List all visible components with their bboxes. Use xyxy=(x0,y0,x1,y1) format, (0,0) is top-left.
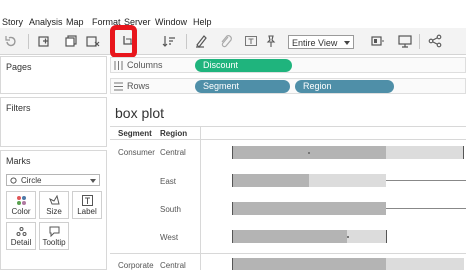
filters-panel: Filters xyxy=(0,97,107,147)
region-label: East xyxy=(160,177,177,186)
redo-icon[interactable] xyxy=(4,34,18,48)
columns-shelf-label: Columns xyxy=(127,60,163,70)
mark-type-dropdown[interactable]: Circle xyxy=(6,174,100,186)
box-lower xyxy=(233,202,386,215)
rows-shelf[interactable]: Rows Segment Region xyxy=(110,78,466,94)
menu-analysis[interactable]: Analysis xyxy=(29,17,63,27)
label-button-label: Label xyxy=(77,207,97,216)
region-label: South xyxy=(160,205,181,214)
box-lower xyxy=(233,258,386,270)
box-lower xyxy=(233,174,309,187)
size-icon xyxy=(49,195,60,205)
menu-map[interactable]: Map xyxy=(66,17,84,27)
columns-shelf[interactable]: Columns Discount xyxy=(110,57,466,73)
new-worksheet-icon[interactable] xyxy=(38,34,52,48)
box-upper xyxy=(386,146,464,159)
whisker-line xyxy=(386,180,466,181)
color-button[interactable]: Color xyxy=(6,191,36,219)
pages-panel: Pages xyxy=(0,56,107,94)
clear-sheet-icon[interactable] xyxy=(86,34,100,48)
menu-help[interactable]: Help xyxy=(193,17,212,27)
marks-title: Marks xyxy=(6,156,31,166)
data-point xyxy=(347,236,349,238)
tooltip-button[interactable]: Tooltip xyxy=(39,222,69,250)
mark-type-value: Circle xyxy=(21,176,42,185)
size-button[interactable]: Size xyxy=(39,191,69,219)
label-icon xyxy=(82,195,93,206)
highlight-icon[interactable] xyxy=(194,34,208,48)
region-label: Central xyxy=(160,148,186,157)
box-upper xyxy=(309,174,386,187)
rows-shelf-icon xyxy=(114,82,123,91)
presentation-icon[interactable] xyxy=(398,34,412,48)
whisker-line xyxy=(386,208,466,209)
circle-icon xyxy=(10,177,17,184)
box-lower xyxy=(233,230,347,243)
text-label-icon[interactable] xyxy=(244,34,258,48)
share-icon[interactable] xyxy=(428,34,442,48)
segment-label: Corporate xyxy=(118,261,154,270)
color-icon xyxy=(17,196,26,205)
region-label: Central xyxy=(160,261,186,270)
whisker-cap xyxy=(463,146,464,159)
segment-header: Segment xyxy=(118,129,152,138)
label-button[interactable]: Label xyxy=(72,191,102,219)
marks-panel: Marks Circle Color Size Label Detail Too… xyxy=(0,150,107,270)
region-pill[interactable]: Region xyxy=(295,80,394,93)
region-header: Region xyxy=(160,129,188,138)
chevron-down-icon xyxy=(90,179,96,183)
size-button-label: Size xyxy=(46,207,62,216)
menu-window[interactable]: Window xyxy=(155,17,187,27)
tooltip-button-label: Tooltip xyxy=(42,238,66,247)
toolbar: Entire View xyxy=(0,28,466,55)
whisker-cap xyxy=(386,230,387,243)
chevron-down-icon xyxy=(344,41,350,45)
detail-button[interactable]: Detail xyxy=(6,222,36,250)
segment-pill[interactable]: Segment xyxy=(195,80,290,93)
discount-pill[interactable]: Discount xyxy=(195,59,292,72)
box-upper xyxy=(347,230,386,243)
filters-title: Filters xyxy=(6,103,31,113)
region-label: West xyxy=(160,233,179,242)
data-point xyxy=(308,152,310,154)
show-cards-icon[interactable] xyxy=(371,34,385,48)
fit-dropdown[interactable]: Entire View xyxy=(288,35,354,49)
viz-area: box plot Segment Region Consumer Central… xyxy=(110,100,466,270)
tooltip-icon xyxy=(49,226,60,237)
detail-button-label: Detail xyxy=(10,238,32,247)
menu-bar: Story Analysis Map Format Server Window … xyxy=(0,0,466,28)
viz-title: box plot xyxy=(115,105,165,121)
duplicate-sheet-icon[interactable] xyxy=(64,34,78,48)
menu-story[interactable]: Story xyxy=(2,17,23,27)
rows-shelf-label: Rows xyxy=(127,81,150,91)
color-button-label: Color xyxy=(11,207,31,216)
highlight-box xyxy=(110,25,137,58)
box-upper xyxy=(386,258,464,270)
paperclip-icon[interactable] xyxy=(219,34,233,48)
fit-dropdown-value: Entire View xyxy=(292,38,338,48)
columns-shelf-icon xyxy=(114,61,123,70)
sort-icon[interactable] xyxy=(162,34,176,48)
pin-icon[interactable] xyxy=(264,34,278,48)
pages-title: Pages xyxy=(6,62,32,72)
detail-icon xyxy=(16,227,27,236)
segment-label: Consumer xyxy=(118,148,155,157)
